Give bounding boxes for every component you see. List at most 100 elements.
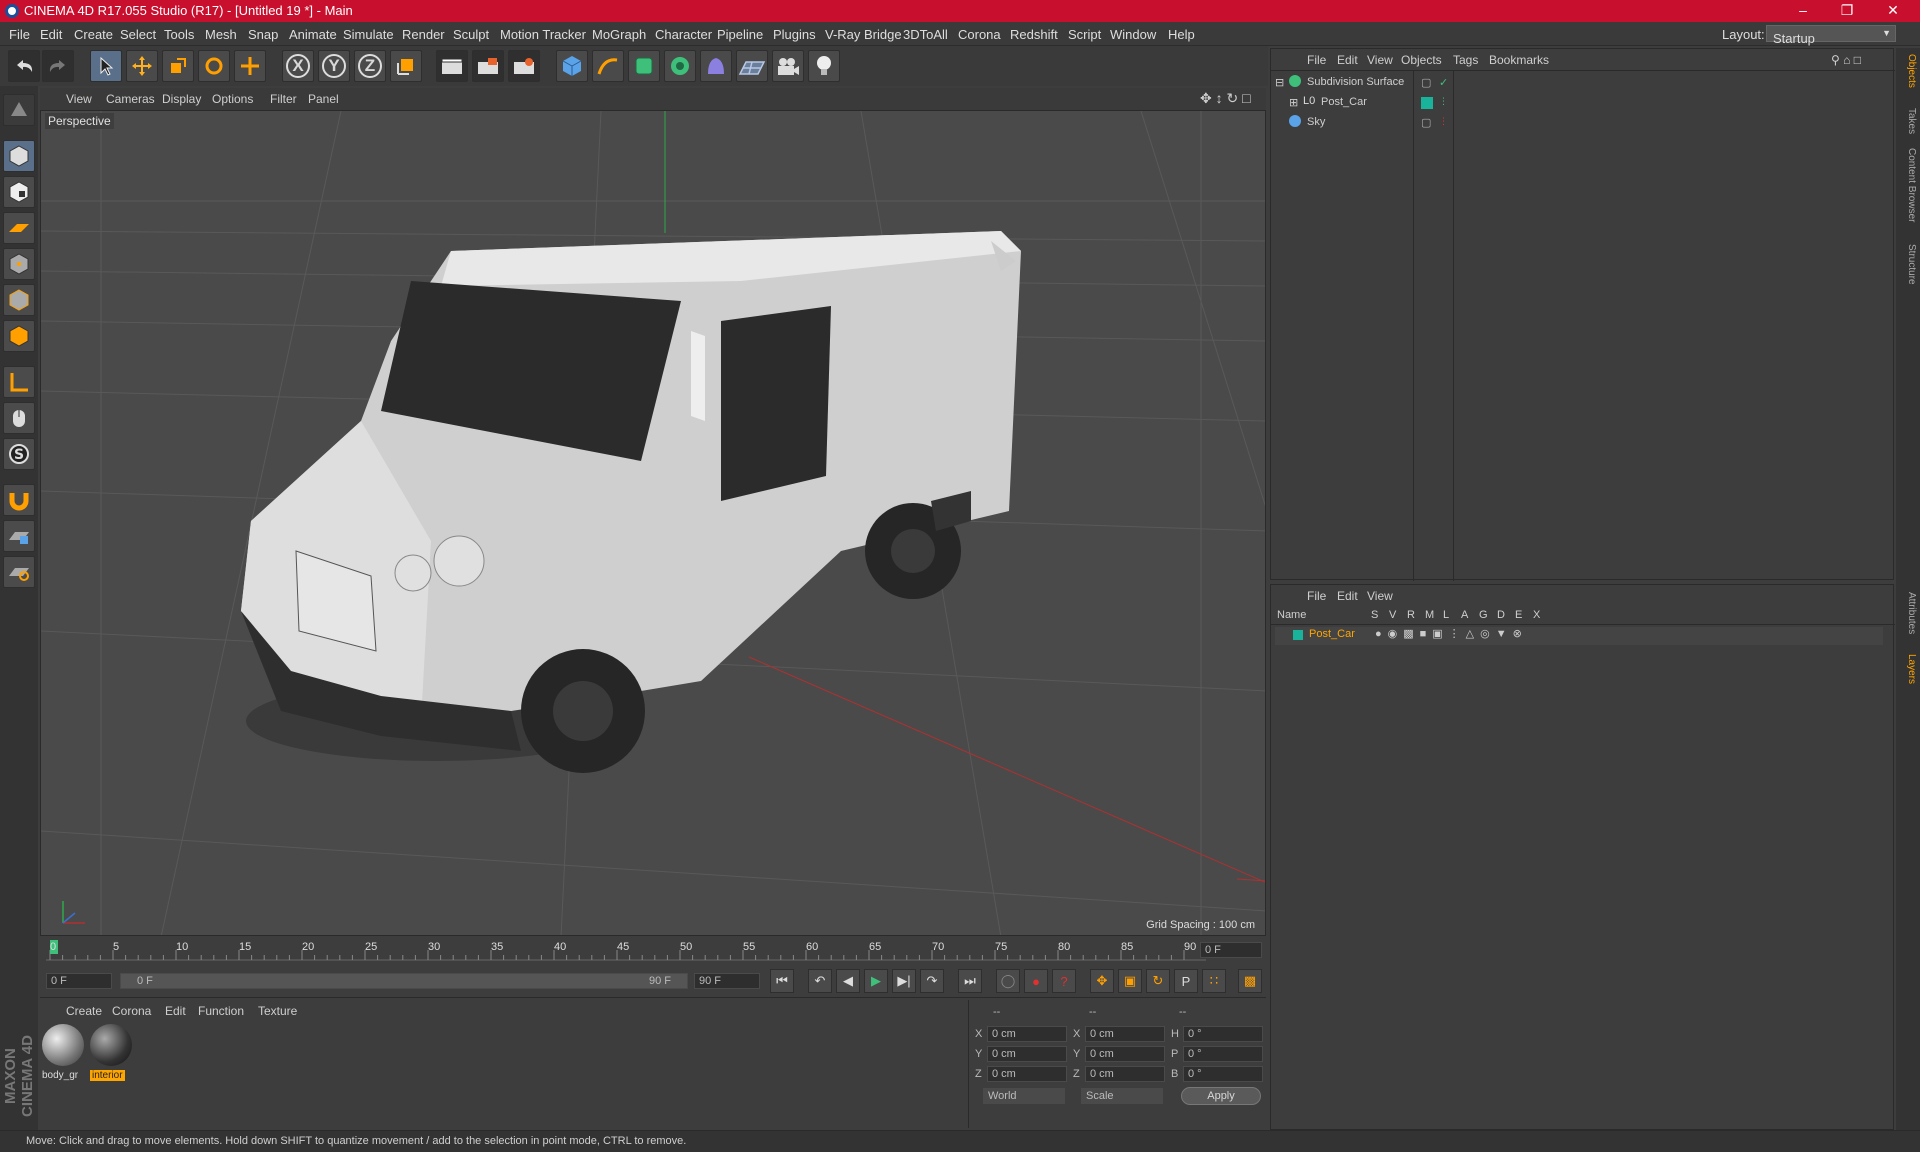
add-deformer-button[interactable]	[700, 50, 732, 82]
key-scale-button[interactable]: ▣	[1118, 969, 1142, 993]
tab-objects[interactable]: Objects	[1899, 54, 1917, 88]
material-menu-create[interactable]: Create	[66, 1004, 102, 1018]
z-axis-button[interactable]: Z	[354, 50, 386, 82]
add-cube-button[interactable]	[556, 50, 588, 82]
object-manager-tools-icons[interactable]: ⚲ ⌂ □	[1831, 53, 1861, 67]
make-editable-button[interactable]	[3, 94, 35, 126]
layout-select[interactable]: Startup ▼	[1766, 25, 1896, 46]
objects-menu-bookmarks[interactable]: Bookmarks	[1489, 53, 1549, 67]
restore-icon[interactable]: ❐	[1832, 2, 1862, 19]
enabled-check-icon[interactable]: ✓	[1439, 76, 1448, 89]
viewport-menu-panel[interactable]: Panel	[308, 92, 339, 106]
viewport-menu-options[interactable]: Options	[212, 92, 253, 106]
planar-workplane-button[interactable]	[3, 556, 35, 588]
expand-icon[interactable]: ⊞	[1289, 96, 1298, 109]
layer-flag-icons[interactable]: ●◉▩■▣⋮△◎▼⊗	[1375, 627, 1528, 640]
prev-key-button[interactable]: ↶	[808, 969, 832, 993]
menu-render[interactable]: Render	[402, 27, 445, 42]
close-icon[interactable]: ✕	[1878, 2, 1908, 19]
timeline-ruler[interactable]: 0 5 10 15 20 25 30 35 40 45 50 55 60 65 70 75 80 85 90 0 F	[40, 938, 1266, 962]
menu-snap[interactable]: Snap	[248, 27, 278, 42]
add-floor-button[interactable]	[736, 50, 768, 82]
tab-attributes[interactable]: Attributes	[1899, 592, 1917, 634]
magnet-button[interactable]	[3, 484, 35, 516]
col-render[interactable]: R	[1407, 609, 1415, 621]
material-swatch-interior[interactable]: interior	[90, 1024, 134, 1081]
menu-character[interactable]: Character	[655, 27, 712, 42]
live-select-button[interactable]	[90, 50, 122, 82]
key-parameter-button[interactable]: P	[1174, 969, 1198, 993]
locked-workplane-button[interactable]	[3, 520, 35, 552]
col-deformers[interactable]: D	[1497, 609, 1505, 621]
scale-tool-button[interactable]	[162, 50, 194, 82]
menu-script[interactable]: Script	[1068, 27, 1101, 42]
key-pla-button[interactable]: ∷	[1202, 969, 1226, 993]
tweak-mode-button[interactable]	[3, 402, 35, 434]
menu-select[interactable]: Select	[120, 27, 156, 42]
render-view-button[interactable]	[436, 50, 468, 82]
record-button[interactable]: ●	[1024, 969, 1048, 993]
object-row-subdivision-surface[interactable]: ⊟ Subdivision Surface ▢ ✓	[1275, 75, 1883, 93]
menu-edit[interactable]: Edit	[40, 27, 62, 42]
viewport-menu-display[interactable]: Display	[162, 92, 201, 106]
menu-create[interactable]: Create	[74, 27, 113, 42]
render-settings-button[interactable]	[508, 50, 540, 82]
points-mode-button[interactable]	[3, 248, 35, 280]
snap-button[interactable]: S	[3, 438, 35, 470]
objects-menu-tags[interactable]: Tags	[1453, 53, 1478, 67]
material-menu-texture[interactable]: Texture	[258, 1004, 297, 1018]
viewport-perspective[interactable]: Perspective Grid Spacing : 100 cm	[40, 110, 1266, 936]
menu-3dtoall[interactable]: 3DToAll	[903, 27, 948, 42]
autokey-button[interactable]: ?	[1052, 969, 1076, 993]
size-y-field[interactable]: 0 cm	[1085, 1046, 1165, 1062]
tab-structure[interactable]: Structure	[1899, 244, 1917, 285]
minimize-icon[interactable]: –	[1788, 2, 1818, 18]
tab-takes[interactable]: Takes	[1899, 108, 1917, 134]
menu-window[interactable]: Window	[1110, 27, 1156, 42]
menu-file[interactable]: File	[9, 27, 30, 42]
motion-record-button[interactable]: ◯	[996, 969, 1020, 993]
layer-color-swatch[interactable]	[1293, 630, 1303, 640]
menu-help[interactable]: Help	[1168, 27, 1195, 42]
col-generators[interactable]: G	[1479, 609, 1488, 621]
layer-color-swatch[interactable]	[1421, 97, 1433, 109]
redo-button[interactable]	[42, 50, 74, 82]
visibility-dots-icon[interactable]: ⋮	[1439, 116, 1448, 127]
workplane-mode-button[interactable]	[3, 212, 35, 244]
tab-content-browser[interactable]: Content Browser	[1899, 148, 1917, 222]
add-spline-button[interactable]	[592, 50, 624, 82]
material-menu-function[interactable]: Function	[198, 1004, 244, 1018]
texture-mode-button[interactable]	[3, 176, 35, 208]
timeline-window-button[interactable]: ▩	[1238, 969, 1262, 993]
viewport-menu-filter[interactable]: Filter	[270, 92, 297, 106]
menu-corona[interactable]: Corona	[958, 27, 1001, 42]
object-row-post-car[interactable]: ⊞ L0 Post_Car ⋮	[1275, 95, 1883, 113]
render-picture-viewer-button[interactable]	[472, 50, 504, 82]
objects-menu-view[interactable]: View	[1367, 53, 1393, 67]
menu-plugins[interactable]: Plugins	[773, 27, 816, 42]
menu-redshift[interactable]: Redshift	[1010, 27, 1058, 42]
tab-layers[interactable]: Layers	[1899, 654, 1917, 684]
layer-row-post-car[interactable]: Post_Car ●◉▩■▣⋮△◎▼⊗	[1275, 627, 1883, 645]
col-manager[interactable]: M	[1425, 609, 1434, 621]
apply-button[interactable]: Apply	[1181, 1087, 1261, 1105]
position-x-field[interactable]: 0 cm	[987, 1026, 1067, 1042]
objects-menu-file[interactable]: File	[1307, 53, 1326, 67]
add-generator-button[interactable]	[628, 50, 660, 82]
menu-sculpt[interactable]: Sculpt	[453, 27, 489, 42]
menu-simulate[interactable]: Simulate	[343, 27, 394, 42]
rotation-b-field[interactable]: 0 °	[1183, 1066, 1263, 1082]
size-z-field[interactable]: 0 cm	[1085, 1066, 1165, 1082]
visibility-dots-icon[interactable]: ⋮	[1439, 96, 1448, 107]
layer-slot-icon[interactable]: ▢	[1421, 116, 1431, 129]
col-animation[interactable]: A	[1461, 609, 1468, 621]
undo-button[interactable]	[8, 50, 40, 82]
menu-pipeline[interactable]: Pipeline	[717, 27, 763, 42]
end-frame-field[interactable]: 90 F	[694, 973, 760, 989]
coordinate-system-button[interactable]	[390, 50, 422, 82]
col-locked[interactable]: L	[1443, 609, 1449, 621]
layer-slot-icon[interactable]: ▢	[1421, 76, 1431, 89]
col-expressions[interactable]: E	[1515, 609, 1522, 621]
key-rotation-button[interactable]: ↻	[1146, 969, 1170, 993]
frame-range-slider[interactable]: 0 F 90 F	[120, 973, 688, 989]
